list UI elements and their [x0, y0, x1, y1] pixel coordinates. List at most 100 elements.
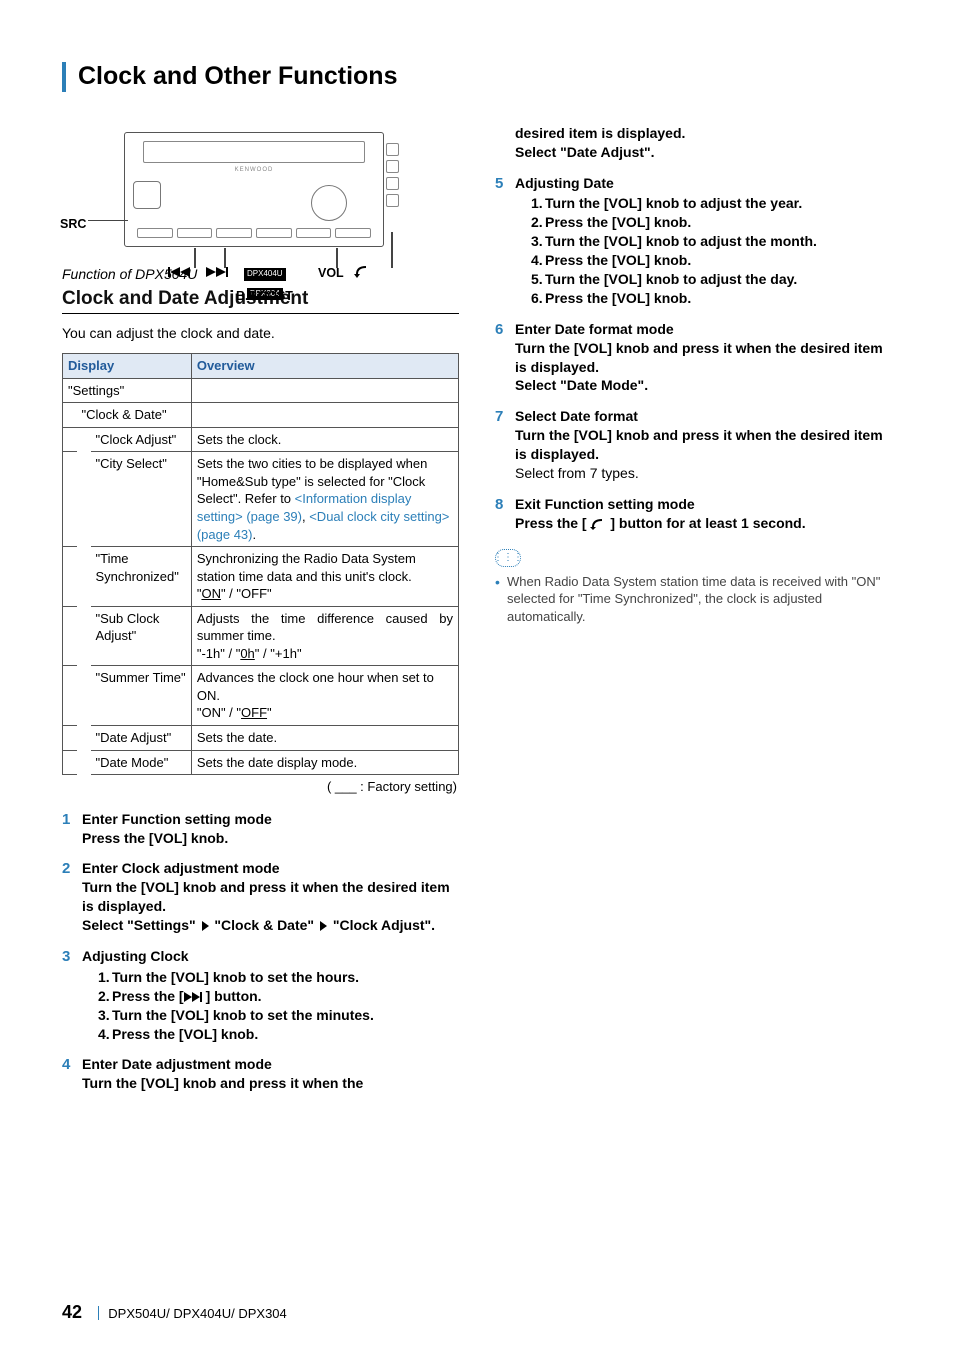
sub-step: 1.Turn the [VOL] knob to set the hours. — [82, 968, 459, 987]
sub-steps: 1.Turn the [VOL] knob to set the hours. … — [82, 968, 459, 1044]
step-item: Enter Clock adjustment mode Turn the [VO… — [62, 859, 459, 935]
src-label: SRC — [60, 216, 86, 233]
cell-overview: Advances the clock one hour when set to … — [191, 666, 458, 726]
cell-display: "Sub Clock Adjust" — [91, 606, 192, 666]
sub-step: 3.Turn the [VOL] knob to set the minutes… — [82, 1006, 459, 1025]
brand-label: KENWOOD — [235, 166, 274, 174]
table-row: "Time Synchronized" Synchronizing the Ra… — [63, 547, 459, 607]
cell-overview: Sets the date. — [191, 726, 458, 751]
cell-display: "Time Synchronized" — [91, 547, 192, 607]
footer-models: DPX504U/ DPX404U/ DPX304 — [108, 1306, 286, 1321]
step-title: Select Date format — [515, 407, 892, 426]
notes-list: When Radio Data System station time data… — [495, 573, 892, 626]
cell-overview: Synchronizing the Radio Data System stat… — [191, 547, 458, 607]
page-title: Clock and Other Functions — [78, 60, 397, 94]
table-row: "Date Adjust" Sets the date. — [63, 726, 459, 751]
note-icon: ⋮⋮⋮ — [495, 549, 521, 567]
step-body: Turn the [VOL] knob and press it when th… — [82, 1074, 459, 1093]
content-columns: SRC KENWOOD DPX — [62, 124, 892, 1105]
step-note: Select from 7 types. — [515, 464, 892, 483]
step-title: Enter Clock adjustment mode — [82, 859, 459, 878]
step-item: Enter Function setting mode Press the [V… — [62, 810, 459, 848]
step-continuation: desired item is displayed. Select "Date … — [495, 124, 892, 162]
step-body: Press the [ ] button for at least 1 seco… — [515, 514, 892, 533]
step-title: Enter Date format mode — [515, 320, 892, 339]
lead-line-icon — [391, 232, 393, 268]
table-header-row: Display Overview — [63, 354, 459, 379]
col-display: Display — [63, 354, 192, 379]
button-row-icon — [137, 228, 371, 238]
step-item: Exit Function setting mode Press the [ ]… — [495, 495, 892, 533]
chevron-right-icon — [320, 921, 327, 931]
dpx-tag-1: DPX404U — [244, 268, 286, 281]
cell-overview: Sets the two cities to be displayed when… — [191, 452, 458, 547]
table-row: "Clock & Date" — [63, 403, 459, 428]
chevron-right-icon — [202, 921, 209, 931]
sub-step: 4.Press the [VOL] knob. — [82, 1025, 459, 1044]
vol-label: VOL — [318, 265, 344, 282]
cell-display: "Clock Adjust" — [91, 427, 192, 452]
title-row: Clock and Other Functions — [62, 60, 892, 94]
step-item: Enter Date format mode Turn the [VOL] kn… — [495, 320, 892, 396]
table-row: "City Select" Sets the two cities to be … — [63, 452, 459, 547]
cell-display: "Date Adjust" — [91, 726, 192, 751]
cell-display: "City Select" — [91, 452, 192, 547]
step-body: Select "Settings" "Clock & Date" "Clock … — [82, 916, 459, 935]
step-body: Press the [VOL] knob. — [82, 829, 459, 848]
lead-line-icon — [88, 220, 128, 222]
next-track-icon — [184, 992, 206, 1002]
sub-steps: 1.Turn the [VOL] knob to adjust the year… — [515, 194, 892, 307]
right-column: desired item is displayed. Select "Date … — [495, 124, 892, 1105]
cell-display: "Settings" — [63, 378, 192, 403]
cell-display: "Summer Time" — [91, 666, 192, 726]
knob-left-icon — [133, 181, 161, 209]
step-title: Enter Date adjustment mode — [82, 1055, 459, 1074]
sub-step: 3.Turn the [VOL] knob to adjust the mont… — [515, 232, 892, 251]
cell-overview — [191, 403, 458, 428]
step-title: Exit Function setting mode — [515, 495, 892, 514]
cell-overview: Sets the date display mode. — [191, 750, 458, 775]
step-title: Adjusting Date — [515, 174, 892, 193]
page-footer: 42 DPX504U/ DPX404U/ DPX304 — [62, 1300, 287, 1324]
step-body: Turn the [VOL] knob and press it when th… — [82, 878, 459, 916]
note-item: When Radio Data System station time data… — [495, 573, 892, 626]
side-buttons-icon — [386, 143, 399, 207]
left-column: SRC KENWOOD DPX — [62, 124, 459, 1105]
cell-overview — [191, 378, 458, 403]
step-title: Enter Function setting mode — [82, 810, 459, 829]
sub-step: 2.Press the [VOL] knob. — [515, 213, 892, 232]
cell-overview: Sets the clock. — [191, 427, 458, 452]
footer-divider — [98, 1306, 99, 1320]
return-icon — [590, 517, 606, 530]
page-number: 42 — [62, 1302, 82, 1322]
sub-step: 2.Press the [] button. — [82, 987, 459, 1006]
table-row: "Sub Clock Adjust" Adjusts the time diff… — [63, 606, 459, 666]
knob-right-icon — [311, 185, 347, 221]
step-body: Select "Date Adjust". — [515, 143, 892, 162]
return-icon — [354, 264, 370, 283]
sub-step: 6.Press the [VOL] knob. — [515, 289, 892, 308]
cell-overview: Adjusts the time difference caused by su… — [191, 606, 458, 666]
table-row: "Summer Time" Advances the clock one hou… — [63, 666, 459, 726]
table-row: "Date Mode" Sets the date display mode. — [63, 750, 459, 775]
sub-step: 5.Turn the [VOL] knob to adjust the day. — [515, 270, 892, 289]
title-accent-bar — [62, 62, 66, 92]
cell-display: "Clock & Date" — [77, 403, 192, 428]
step-body: desired item is displayed. — [515, 124, 892, 143]
next-track-icon — [206, 266, 234, 278]
cell-display: "Date Mode" — [91, 750, 192, 775]
step-title: Adjusting Clock — [82, 947, 459, 966]
step-body: Turn the [VOL] knob and press it when th… — [515, 426, 892, 464]
prev-track-icon — [168, 266, 196, 278]
steps-list-right: Adjusting Date 1.Turn the [VOL] knob to … — [495, 174, 892, 533]
step-body: Select "Date Mode". — [515, 376, 892, 395]
factory-setting-note: ( ___ : Factory setting) — [62, 778, 457, 796]
step-item: Adjusting Date 1.Turn the [VOL] knob to … — [495, 174, 892, 308]
steps-list-left: Enter Function setting mode Press the [V… — [62, 810, 459, 1094]
device-box: KENWOOD — [124, 132, 384, 247]
step-item: Select Date format Turn the [VOL] knob a… — [495, 407, 892, 483]
bboost-label: B.BOOST — [236, 288, 293, 305]
table-row: "Clock Adjust" Sets the clock. — [63, 427, 459, 452]
step-item: Enter Date adjustment mode Turn the [VOL… — [62, 1055, 459, 1093]
col-overview: Overview — [191, 354, 458, 379]
